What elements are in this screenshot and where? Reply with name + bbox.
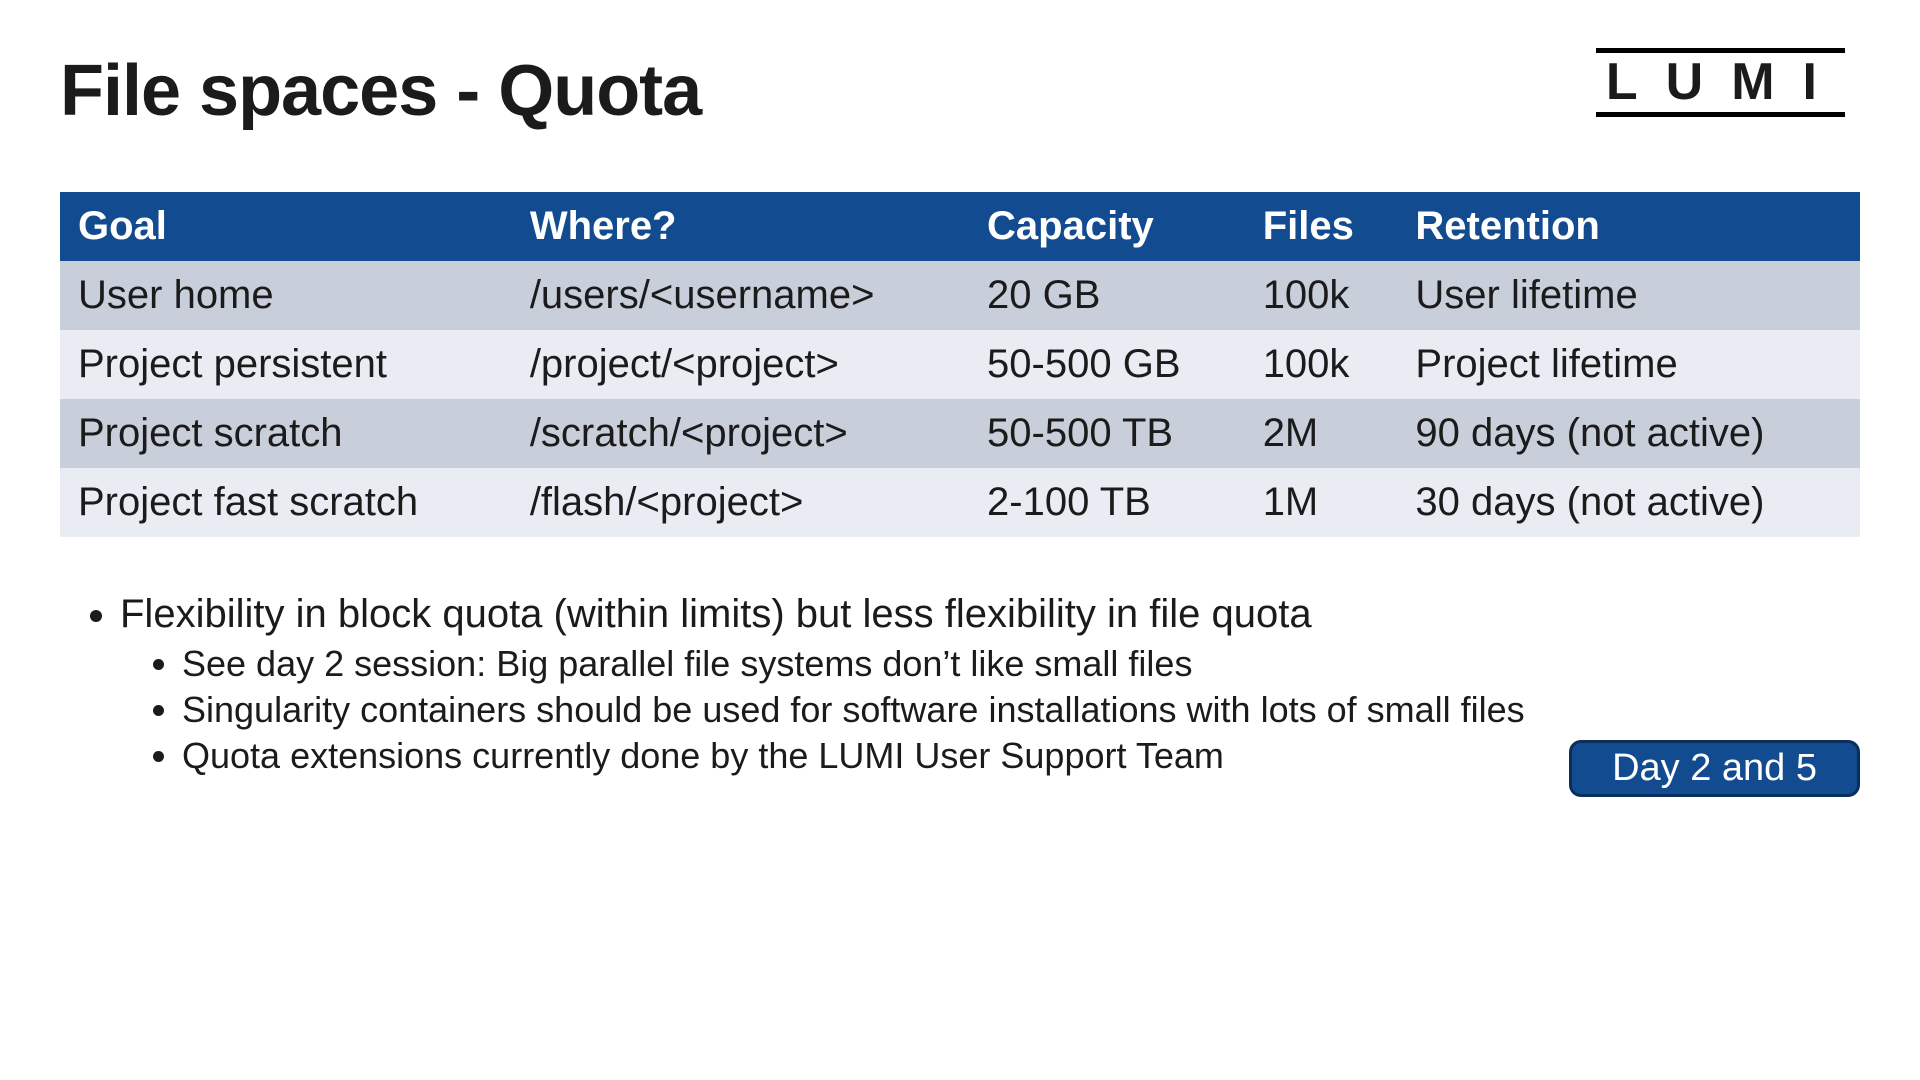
- cell: 2-100 TB: [969, 468, 1245, 537]
- cell: 30 days (not active): [1397, 468, 1860, 537]
- cell: User home: [60, 261, 512, 330]
- cell: Project fast scratch: [60, 468, 512, 537]
- cell: 20 GB: [969, 261, 1245, 330]
- cell: /flash/<project>: [512, 468, 969, 537]
- lumi-logo: LUMI: [1596, 48, 1845, 117]
- table-row: Project fast scratch /flash/<project> 2-…: [60, 468, 1860, 537]
- bullet-text: Flexibility in block quota (within limit…: [120, 592, 1312, 636]
- table-row: User home /users/<username> 20 GB 100k U…: [60, 261, 1860, 330]
- day-badge: Day 2 and 5: [1569, 740, 1860, 797]
- slide: File spaces - Quota LUMI Goal Where? Cap…: [0, 0, 1920, 1080]
- cell: /users/<username>: [512, 261, 969, 330]
- cell: Project scratch: [60, 399, 512, 468]
- cell: 100k: [1245, 261, 1398, 330]
- quota-table: Goal Where? Capacity Files Retention Use…: [60, 192, 1860, 537]
- col-capacity: Capacity: [969, 192, 1245, 261]
- cell: 100k: [1245, 330, 1398, 399]
- col-files: Files: [1245, 192, 1398, 261]
- cell: 50-500 TB: [969, 399, 1245, 468]
- slide-title: File spaces - Quota: [60, 50, 1860, 132]
- cell: /scratch/<project>: [512, 399, 969, 468]
- cell: 50-500 GB: [969, 330, 1245, 399]
- table-row: Project scratch /scratch/<project> 50-50…: [60, 399, 1860, 468]
- cell: /project/<project>: [512, 330, 969, 399]
- cell: 1M: [1245, 468, 1398, 537]
- cell: 2M: [1245, 399, 1398, 468]
- cell: 90 days (not active): [1397, 399, 1860, 468]
- table-header-row: Goal Where? Capacity Files Retention: [60, 192, 1860, 261]
- col-retention: Retention: [1397, 192, 1860, 261]
- cell: User lifetime: [1397, 261, 1860, 330]
- sub-bullet-item: See day 2 session: Big parallel file sys…: [182, 643, 1860, 685]
- col-where: Where?: [512, 192, 969, 261]
- cell: Project persistent: [60, 330, 512, 399]
- cell: Project lifetime: [1397, 330, 1860, 399]
- col-goal: Goal: [60, 192, 512, 261]
- table-row: Project persistent /project/<project> 50…: [60, 330, 1860, 399]
- sub-bullet-item: Singularity containers should be used fo…: [182, 689, 1860, 731]
